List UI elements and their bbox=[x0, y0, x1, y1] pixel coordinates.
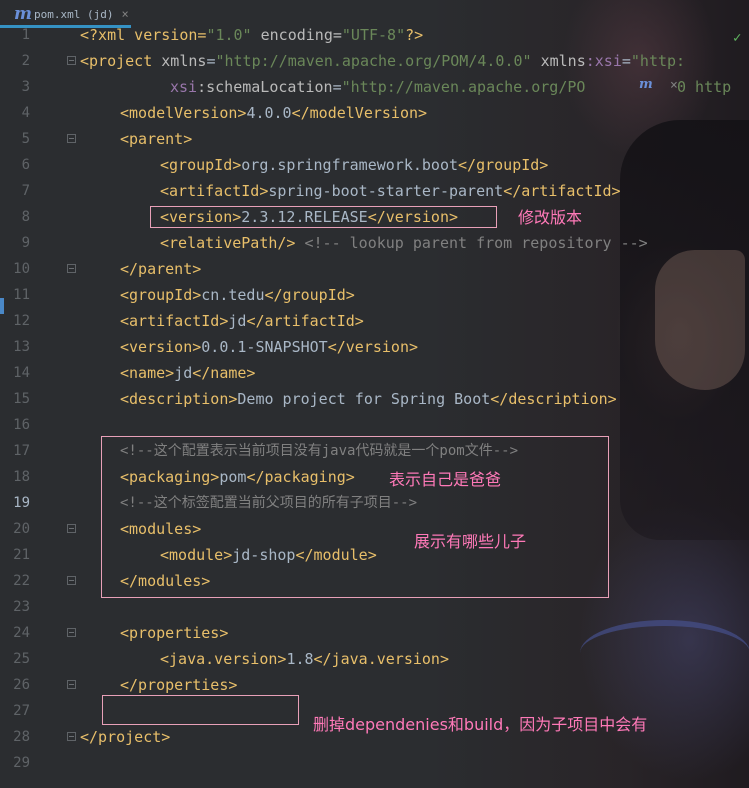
line-number: 20 bbox=[13, 521, 30, 537]
line-number: 24 bbox=[13, 625, 30, 641]
line-number: 23 bbox=[13, 599, 30, 615]
line-number: 18 bbox=[13, 469, 30, 485]
code-line-28: </project> bbox=[80, 728, 171, 746]
line-number: 21 bbox=[13, 547, 30, 563]
code-line-15: <description>Demo project for Spring Boo… bbox=[120, 390, 617, 408]
code-line-14: <name>jd</name> bbox=[120, 364, 256, 382]
line-number: 11 bbox=[13, 287, 30, 303]
line-number: 3 bbox=[21, 79, 30, 95]
code-line-13: <version>0.0.1-SNAPSHOT</version> bbox=[120, 338, 419, 356]
maven-m-icon: m bbox=[14, 4, 32, 24]
code-line-6: <groupId>org.springframework.boot</group… bbox=[160, 156, 549, 174]
line-number: 1 bbox=[21, 27, 30, 43]
version-highlight-box bbox=[150, 206, 497, 228]
line-number: 9 bbox=[21, 235, 30, 251]
fold-toggle-icon[interactable] bbox=[67, 56, 76, 65]
line-number: 10 bbox=[13, 261, 30, 277]
popup-close-icon[interactable]: × bbox=[670, 78, 678, 93]
version-note: 修改版本 bbox=[518, 208, 583, 227]
line-number: 2 bbox=[21, 53, 30, 69]
line-number: 19 bbox=[13, 495, 30, 511]
line-number: 4 bbox=[21, 105, 30, 121]
code-line-3: xsi:schemaLocation="http://maven.apache.… bbox=[170, 78, 586, 96]
line-number: 16 bbox=[13, 417, 30, 433]
line-number: 29 bbox=[13, 755, 30, 771]
removed-deps-box bbox=[102, 695, 299, 725]
fold-toggle-icon[interactable] bbox=[67, 576, 76, 585]
fold-toggle-icon[interactable] bbox=[67, 628, 76, 637]
code-line-24: <properties> bbox=[120, 624, 229, 642]
inspection-ok-icon[interactable]: ✓ bbox=[733, 30, 741, 46]
code-line-1: <?xml version="1.0" encoding="UTF-8"?> bbox=[80, 26, 424, 44]
code-line-3-tail: 0 http bbox=[677, 78, 732, 96]
code-line-4: <modelVersion>4.0.0</modelVersion> bbox=[120, 104, 428, 122]
tab-label: pom.xml (jd) bbox=[34, 7, 114, 21]
line-number: 25 bbox=[13, 651, 30, 667]
line-number: 6 bbox=[21, 157, 30, 173]
code-line-11: <groupId>cn.tedu</groupId> bbox=[120, 286, 355, 304]
modules-note: 展示有哪些儿子 bbox=[414, 532, 527, 551]
code-line-10: </parent> bbox=[120, 260, 202, 278]
line-number: 26 bbox=[13, 677, 30, 693]
line-number: 28 bbox=[13, 729, 30, 745]
code-line-12: <artifactId>jd</artifactId> bbox=[120, 312, 364, 330]
line-number: 15 bbox=[13, 391, 30, 407]
line-number: 12 bbox=[13, 313, 30, 329]
maven-reload-icon[interactable]: m bbox=[639, 77, 653, 92]
illustration-face bbox=[655, 250, 745, 390]
fold-toggle-icon[interactable] bbox=[67, 732, 76, 741]
line-number-gutter: 1 2 3 4 5 6 7 8 9 10 11 12 13 14 15 16 17 18 19 20 21 22 23 24 2… bbox=[0, 22, 76, 788]
line-number: 8 bbox=[21, 209, 30, 225]
fold-toggle-icon[interactable] bbox=[67, 680, 76, 689]
line-number: 5 bbox=[21, 131, 30, 147]
code-line-5: <parent> bbox=[120, 130, 193, 148]
tab-close-icon[interactable]: × bbox=[121, 7, 128, 21]
fold-toggle-icon[interactable] bbox=[67, 264, 76, 273]
code-line-25: <java.version>1.8</java.version> bbox=[160, 650, 449, 668]
code-line-9: <relativePath/> <!-- lookup parent from … bbox=[160, 234, 648, 252]
line-number: 27 bbox=[13, 703, 30, 719]
illustration-collar bbox=[580, 620, 749, 686]
line-number: 17 bbox=[13, 443, 30, 459]
line-number: 14 bbox=[13, 365, 30, 381]
line-number: 13 bbox=[13, 339, 30, 355]
code-line-7: <artifactId>spring-boot-starter-parent</… bbox=[160, 182, 621, 200]
deps-note: 删掉dependenies和build，因为子项目中会有 bbox=[313, 715, 648, 734]
line-number: 7 bbox=[21, 183, 30, 199]
packaging-note: 表示自己是爸爸 bbox=[389, 470, 502, 489]
code-line-2: <project xmlns="http://maven.apache.org/… bbox=[80, 52, 686, 70]
fold-toggle-icon[interactable] bbox=[67, 524, 76, 533]
line-number: 22 bbox=[13, 573, 30, 589]
fold-toggle-icon[interactable] bbox=[67, 134, 76, 143]
modules-highlight-box bbox=[101, 436, 609, 598]
